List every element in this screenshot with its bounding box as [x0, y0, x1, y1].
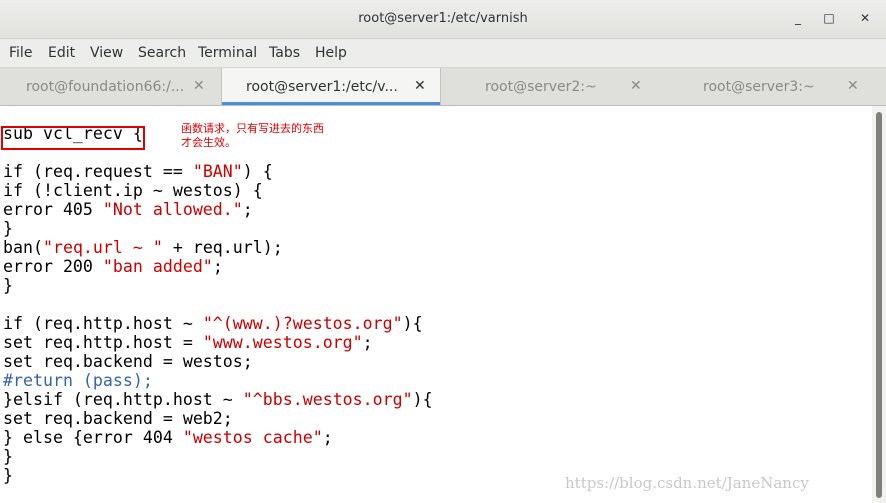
code-string: "^bbs.westos.org": [242, 390, 413, 409]
code-text: error 405: [3, 200, 103, 219]
code-line: }: [3, 276, 433, 295]
code-line: if (req.http.host ~ "^(www.)?westos.org"…: [3, 314, 433, 333]
tab-close-icon[interactable]: ✕: [414, 78, 426, 94]
code-line: set req.backend = web2;: [3, 409, 433, 428]
code-text: ) {: [242, 162, 273, 181]
code-line: ban("req.url ~ " + req.url);: [3, 238, 433, 257]
code-text: ban(: [3, 238, 43, 257]
menu-search[interactable]: Search: [138, 45, 186, 61]
tab-bar: root@foundation66:/... ✕ root@server1:/e…: [0, 68, 886, 106]
code-text: }: [3, 447, 13, 466]
annotation-line-2: 才会生效。: [181, 136, 236, 149]
menu-view[interactable]: View: [90, 45, 123, 61]
tab-close-icon[interactable]: ✕: [847, 78, 859, 94]
code-text: set req.backend = web2;: [3, 409, 233, 428]
code-text: ){: [402, 314, 423, 333]
scrollbar-thumb[interactable]: [876, 112, 882, 498]
code-line: error 200 "ban added";: [3, 257, 433, 276]
menu-file[interactable]: File: [9, 45, 32, 61]
code-line: }elsif (req.http.host ~ "^bbs.westos.org…: [3, 390, 433, 409]
code-text: if (req.request ==: [3, 162, 193, 181]
code-text: } else {error 404: [3, 428, 183, 447]
tab-close-icon[interactable]: ✕: [193, 78, 205, 94]
tab-server3[interactable]: root@server3:~ ✕: [660, 68, 886, 105]
menu-tabs[interactable]: Tabs: [269, 45, 300, 61]
menu-help[interactable]: Help: [315, 45, 347, 61]
annotation-line-1: 函数请求，只有写进去的东西: [181, 122, 324, 135]
close-icon[interactable]: ✕: [857, 10, 873, 26]
code-text: }: [3, 219, 13, 238]
minimize-icon[interactable]: _: [790, 10, 806, 26]
menu-terminal[interactable]: Terminal: [198, 45, 257, 61]
tab-server1[interactable]: root@server1:/etc/v... ✕: [221, 68, 441, 105]
window-title: root@server1:/etc/varnish: [358, 11, 528, 26]
code-string: "^(www.)?westos.org": [202, 314, 403, 333]
code-text: set req.http.host =: [3, 333, 203, 352]
tab-label: root@server3:~: [703, 79, 815, 95]
code-text: }elsif (req.http.host ~: [3, 390, 243, 409]
code-text: }: [3, 276, 13, 295]
code-comment: #return (pass);: [3, 371, 153, 390]
code-string: "Not allowed.": [102, 200, 243, 219]
tab-close-icon[interactable]: ✕: [630, 78, 642, 94]
code-text: error 200: [3, 257, 103, 276]
menu-bar: File Edit View Search Terminal Tabs Help: [0, 39, 886, 68]
terminal-text: sub vcl_recv {if (req.request == "BAN") …: [3, 124, 433, 485]
code-line: set req.backend = westos;: [3, 352, 433, 371]
code-text: ;: [242, 200, 253, 219]
code-line: }: [3, 447, 433, 466]
code-text: if (!client.ip ~ westos) {: [3, 181, 263, 200]
code-string: "BAN": [192, 162, 243, 181]
code-text: ){: [412, 390, 433, 409]
code-line: error 405 "Not allowed.";: [3, 200, 433, 219]
code-text: ;: [212, 257, 223, 276]
code-text: set req.backend = westos;: [3, 352, 253, 371]
code-string: "westos cache": [182, 428, 323, 447]
annotation-note: 函数请求，只有写进去的东西 才会生效。: [181, 122, 324, 150]
tab-label: root@server1:/etc/v...: [246, 79, 398, 95]
active-tab-indicator: [222, 102, 440, 105]
code-line: set req.http.host = "www.westos.org";: [3, 333, 433, 352]
menu-edit[interactable]: Edit: [48, 45, 75, 61]
terminal-area[interactable]: sub vcl_recv {if (req.request == "BAN") …: [0, 106, 872, 503]
code-line: if (!client.ip ~ westos) {: [3, 181, 433, 200]
code-text: ;: [362, 333, 373, 352]
code-line: }: [3, 466, 433, 485]
highlight-box: [1, 126, 145, 150]
maximize-icon[interactable]: □: [821, 10, 837, 26]
scrollbar[interactable]: [872, 106, 886, 503]
code-line: #return (pass);: [3, 371, 433, 390]
tab-label: root@foundation66:/...: [26, 79, 185, 95]
title-bar: root@server1:/etc/varnish _ □ ✕: [0, 0, 886, 39]
code-line: }: [3, 219, 433, 238]
code-text: ;: [322, 428, 333, 447]
code-string: "www.westos.org": [202, 333, 363, 352]
code-string: "req.url ~ ": [42, 238, 163, 257]
tab-label: root@server2:~: [485, 79, 597, 95]
code-string: "ban added": [102, 257, 213, 276]
code-text: if (req.http.host ~: [3, 314, 203, 333]
tab-foundation66[interactable]: root@foundation66:/... ✕: [0, 68, 221, 105]
code-line: } else {error 404 "westos cache";: [3, 428, 433, 447]
tab-server2[interactable]: root@server2:~ ✕: [440, 68, 660, 105]
code-text: + req.url);: [162, 238, 283, 257]
code-line: if (req.request == "BAN") {: [3, 162, 433, 181]
watermark: https://blog.csdn.net/JaneNancy: [565, 474, 809, 492]
code-text: }: [3, 466, 13, 485]
